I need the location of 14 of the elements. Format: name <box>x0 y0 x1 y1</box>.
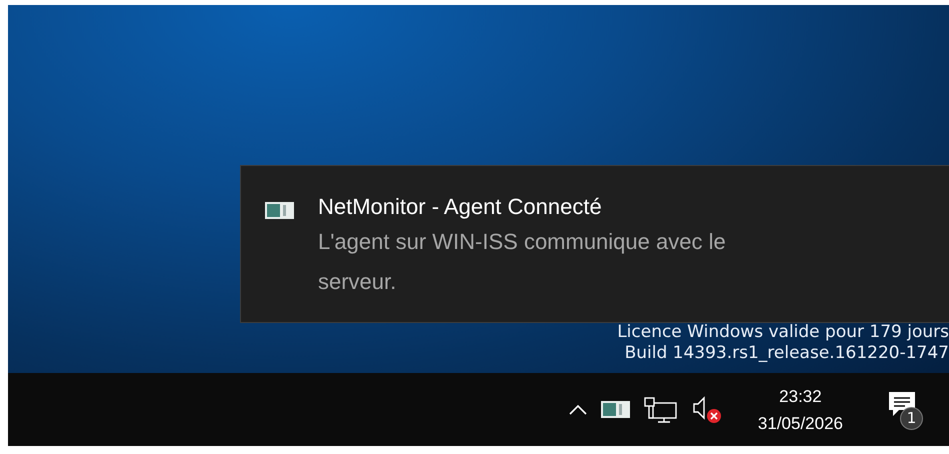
clock-date: 31/05/2026 <box>758 412 843 434</box>
muted-speaker-icon[interactable] <box>692 396 722 424</box>
network-icon[interactable] <box>644 396 678 422</box>
app-icon <box>265 202 294 219</box>
watermark-text: Build 14393.rs1_release.161220-1747 <box>624 344 949 363</box>
tray-app-icon[interactable] <box>600 401 630 418</box>
notification-count-badge: 1 <box>900 406 923 430</box>
notification-title: NetMonitor - Agent Connecté <box>318 193 603 221</box>
notification-message: L'agent sur WIN-ISS communique avec le serveur. <box>318 228 727 296</box>
chevron-up-icon[interactable] <box>568 404 587 415</box>
clock-time: 23:32 <box>779 386 822 408</box>
clock[interactable]: 23:32 31/05/2026 <box>758 382 843 436</box>
notification-toast[interactable]: NetMonitor - Agent Connecté L'agent sur WIN-ISS communique avec le serveur. <box>240 165 949 323</box>
watermark-text: Licence Windows valide pour 179 jours <box>617 323 949 342</box>
